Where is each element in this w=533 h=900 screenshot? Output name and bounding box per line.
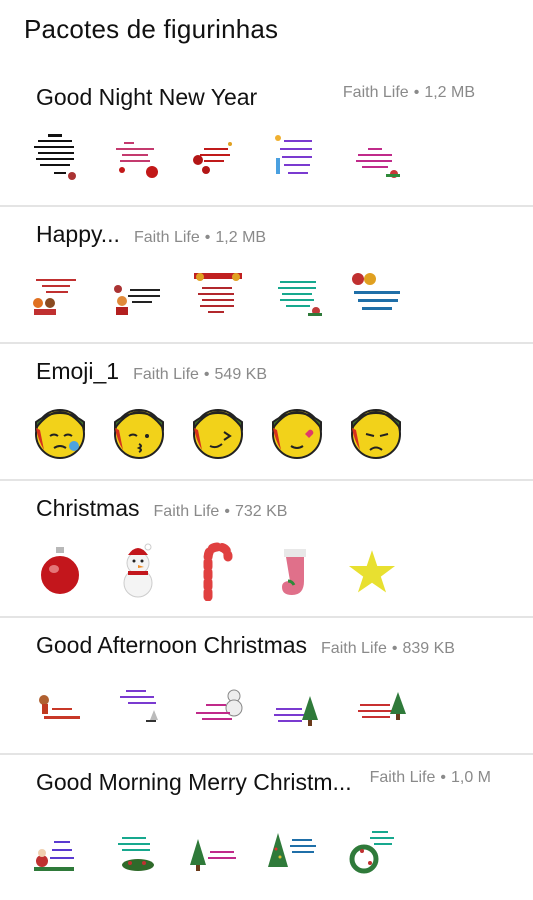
pack-size: 839 KB [402,640,455,657]
sticker-greeting-card [108,823,168,883]
sticker-pack-row[interactable]: Happy... Faith Life • 1,2 MB [0,207,533,344]
snowman-sticker [108,541,168,601]
publisher-label: Faith Life [321,640,387,657]
pack-name: Good Morning Merry Christm... [36,769,352,795]
meta-separator: • [391,640,398,657]
publisher-label: Faith Life [153,503,220,520]
stocking-sticker [264,541,324,601]
sticker-greeting-card [110,680,170,740]
page-title: Pacotes de figurinhas [24,14,279,44]
meta-separator: • [203,366,210,383]
sticker-greeting-card [346,130,406,190]
pack-size: 549 KB [214,366,268,383]
heart-eye-face-sticker [267,400,327,460]
sticker-greeting-card [106,130,166,190]
pack-meta: Faith Life • 1,2 MB [134,229,266,247]
sticker-greeting-card [26,130,86,190]
meta-separator: • [413,84,420,101]
sticker-pack-row[interactable]: Good Morning Merry Christm... Faith Life… [0,755,533,900]
pack-meta: Faith Life • 549 KB [133,366,267,384]
pack-name: Happy... [36,221,120,247]
sticker-greeting-card [108,267,168,327]
pack-name: Good Night New Year [36,84,258,110]
pack-meta: Faith Life • 1,0 M [370,769,491,787]
publisher-label: Faith Life [369,769,436,786]
publisher-label: Faith Life [133,229,200,246]
pack-meta: Faith Life • 732 KB [154,503,288,521]
kissing-face-sticker [109,400,169,460]
pack-meta: Faith Life • 1,2 MB [343,84,475,102]
pack-name: Christmas [36,495,140,521]
publisher-label: Faith Life [133,366,199,383]
publisher-label: Faith Life [342,84,409,101]
sticker-greeting-card [264,823,324,883]
sticker-greeting-card [270,680,330,740]
grimacing-face-sticker [188,400,248,460]
pack-size: 1,2 MB [215,229,267,246]
sticker-greeting-card [266,130,326,190]
sticker-pack-row[interactable]: Good Night New Year Faith Life • 1,2 MB [0,70,533,207]
sticker-greeting-card [342,823,402,883]
sticker-greeting-card [348,267,408,327]
sticker-pack-row[interactable]: Christmas Faith Life • 732 KB [0,481,533,618]
sticker-pack-row[interactable]: Good Afternoon Christmas Faith Life • 839 … [0,618,533,755]
pack-meta: Faith Life • 839 KB [321,640,455,658]
sticker-pack-row[interactable]: Emoji_1 Faith Life • 549 KB [0,344,533,481]
star-sticker [342,541,402,601]
pack-name: Emoji_1 [36,358,120,384]
meta-separator: • [440,769,446,786]
candy-cane-sticker [186,541,246,602]
sticker-greeting-card [188,267,248,327]
meta-separator: • [204,229,211,246]
worried-face-sticker [346,400,406,460]
crying-face-sticker [30,400,90,460]
sticker-greeting-card [30,680,90,740]
sticker-greeting-card [190,680,250,740]
pack-name: Good Afternoon Christmas [36,632,308,658]
sticker-greeting-card [186,823,246,883]
pack-size: 1,0 M [450,769,491,786]
sticker-greeting-card [30,823,90,883]
ornament-ball-sticker [30,541,90,601]
sticker-greeting-card [268,267,328,327]
sticker-greeting-card [350,680,410,740]
meta-separator: • [224,503,230,520]
sticker-greeting-card [186,130,246,190]
pack-size: 1,2 MB [424,84,475,101]
pack-size: 732 KB [234,503,288,520]
sticker-greeting-card [28,267,88,327]
